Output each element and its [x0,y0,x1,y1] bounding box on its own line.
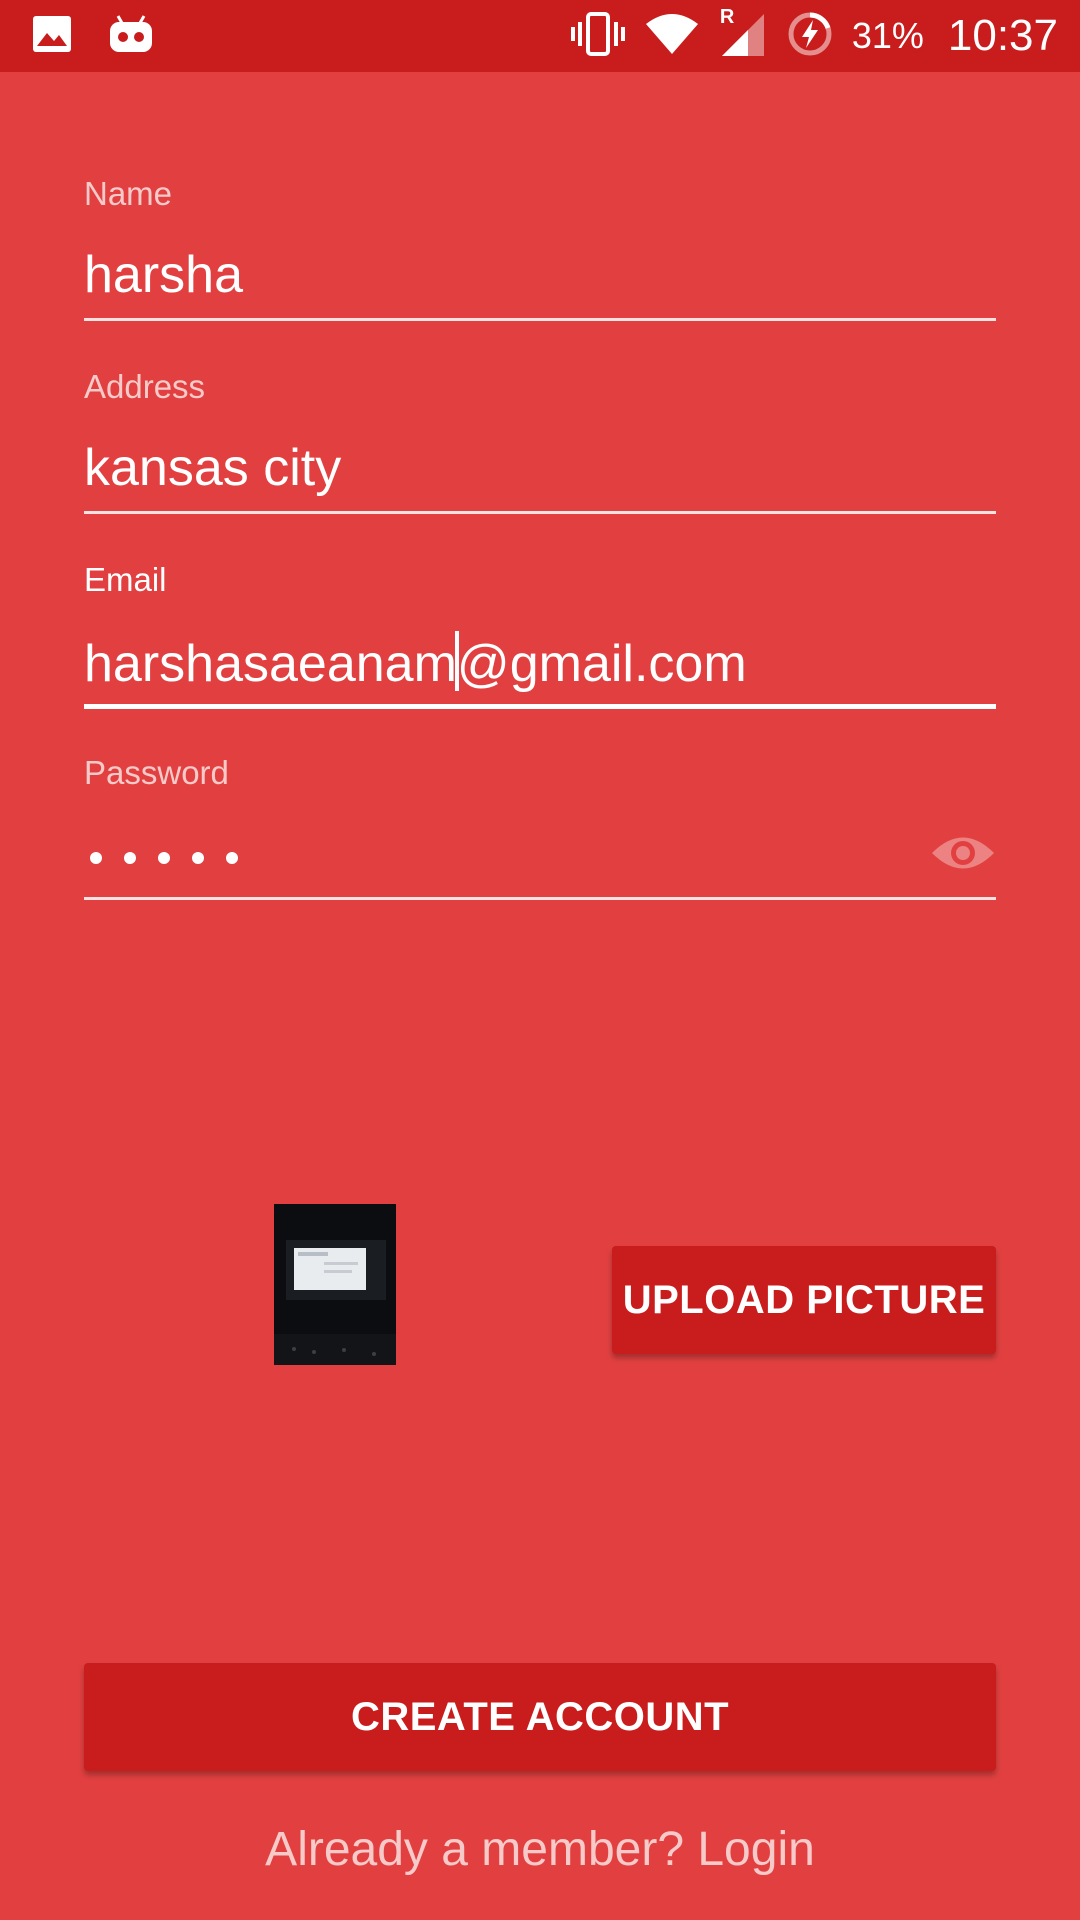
password-underline [84,897,996,900]
roaming-indicator: R [719,5,735,28]
email-underline [84,704,996,709]
profile-picture-preview [274,1204,396,1365]
name-field[interactable]: Name harsha [84,175,996,325]
password-mask-dot [90,852,102,864]
vibrate-icon [570,11,626,61]
name-input[interactable]: harsha [84,245,243,305]
password-mask-dot [158,852,170,864]
email-text-after-caret: @gmail.com [456,635,747,693]
password-mask-dot [226,852,238,864]
status-bar: R 31% 10:37 [0,0,1080,72]
address-label: Address [84,368,206,405]
eye-icon[interactable] [930,830,996,876]
image-icon [32,15,72,58]
name-underline [84,318,996,321]
login-link[interactable]: Already a member? Login [0,1822,1080,1877]
email-label: Email [84,561,167,598]
address-field[interactable]: Address kansas city [84,368,996,518]
signal-roaming-icon: R [718,6,768,63]
battery-charging-icon [786,10,834,63]
address-underline [84,511,996,514]
upload-picture-button[interactable]: UPLOAD PICTURE [612,1246,996,1354]
password-label: Password [84,754,229,791]
wifi-icon [644,12,700,61]
password-input[interactable] [90,852,238,864]
system-icons: R 31% 10:37 [570,6,1058,63]
clock: 10:37 [947,11,1058,60]
email-input[interactable]: harshasaeanam@gmail.com [84,631,747,694]
password-field[interactable]: Password [84,754,996,904]
address-input[interactable]: kansas city [84,438,341,498]
email-text-before-caret: harshasaeanam [84,635,457,693]
password-mask-dot [192,852,204,864]
create-account-button[interactable]: CREATE ACCOUNT [84,1663,996,1771]
password-mask-dot [124,852,136,864]
notification-icons [32,14,154,58]
battery-percent: 31% [851,15,924,56]
name-label: Name [84,175,173,212]
email-field[interactable]: Email harshasaeanam@gmail.com [84,561,996,711]
android-debug-icon [108,14,154,59]
